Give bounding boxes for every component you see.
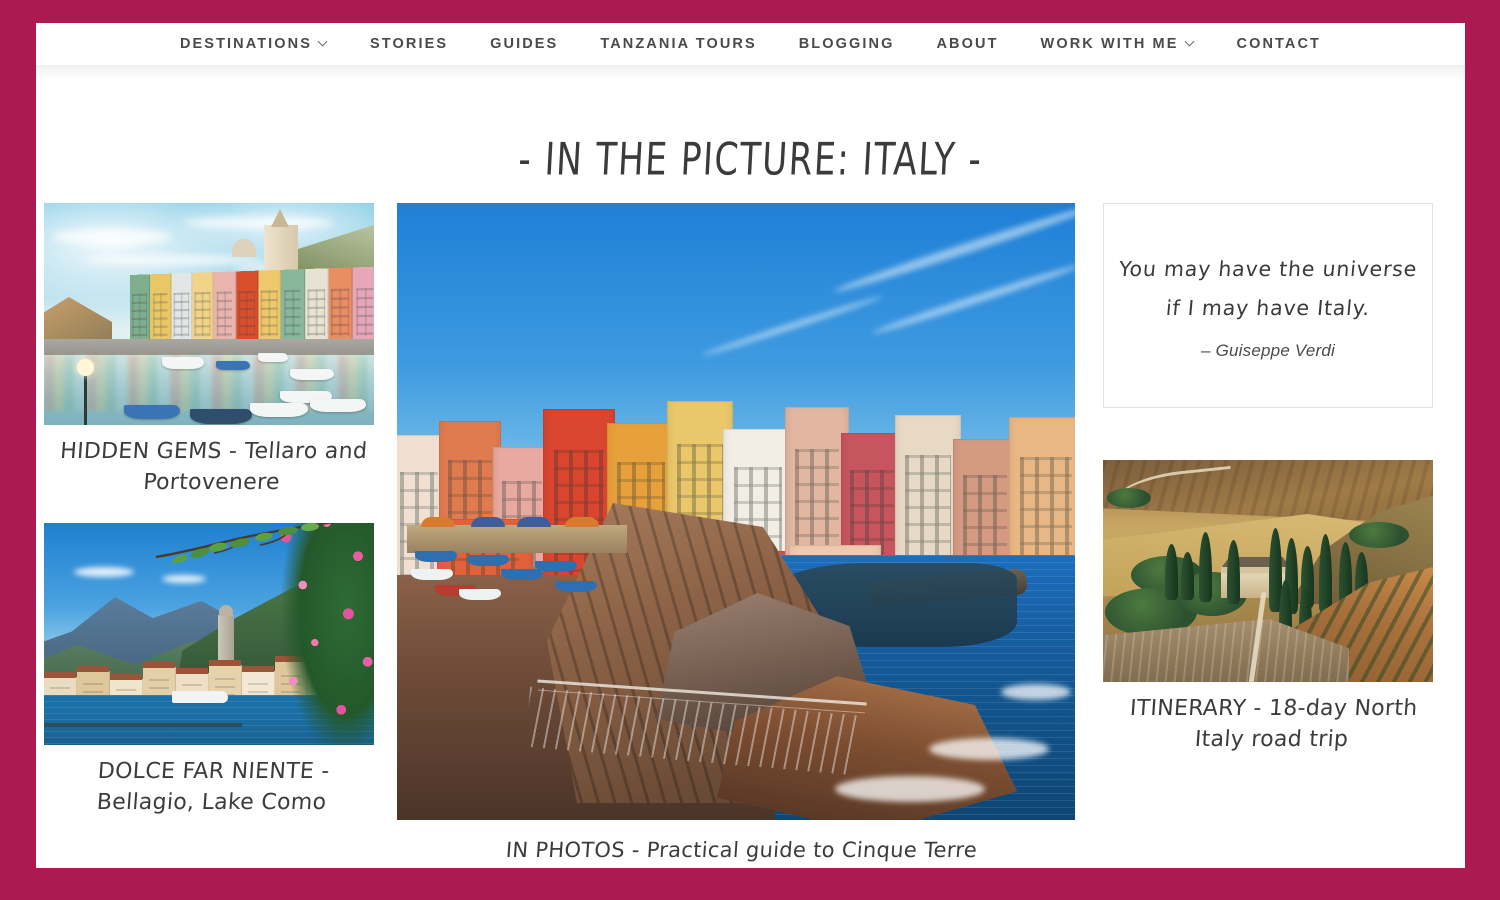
nav-item-work-with-me[interactable]: WORK WITH ME bbox=[1020, 37, 1216, 52]
card-caption[interactable]: DOLCE FAR NIENTE - Bellagio, Lake Como bbox=[41, 745, 384, 818]
awning bbox=[517, 517, 551, 527]
nav-item-guides[interactable]: GUIDES bbox=[469, 37, 579, 52]
boat bbox=[124, 405, 180, 419]
chevron-down-icon bbox=[1186, 38, 1195, 47]
quote-line-2: if I may have Italy. bbox=[1164, 295, 1372, 320]
nav-item-label: GUIDES bbox=[490, 35, 559, 52]
house bbox=[328, 267, 354, 347]
boat bbox=[190, 409, 252, 424]
sea-foam bbox=[1001, 684, 1071, 700]
boat bbox=[411, 569, 453, 580]
page-title: - IN THE PICTURE: ITALY - bbox=[36, 133, 1465, 185]
card-caption[interactable]: IN PHOTOS - Practical guide to Cinque Te… bbox=[395, 820, 1088, 866]
chevron-down-icon bbox=[319, 38, 328, 47]
nav-item-label: WORK WITH ME bbox=[1040, 35, 1179, 52]
photo-manarola-cinque-terre[interactable] bbox=[397, 203, 1075, 820]
boat bbox=[501, 569, 543, 580]
ferry-boat bbox=[172, 691, 228, 704]
awning bbox=[471, 517, 505, 527]
house bbox=[171, 272, 193, 347]
nav-item-label: BLOGGING bbox=[798, 35, 895, 52]
nav-item-contact[interactable]: CONTACT bbox=[1216, 37, 1343, 52]
card-caption[interactable]: ITINERARY - 18-day North Italy road trip bbox=[1100, 682, 1445, 755]
boat bbox=[459, 589, 501, 600]
nav-item-destinations[interactable]: DESTINATIONS bbox=[159, 37, 349, 52]
boat bbox=[555, 581, 597, 592]
quote-card: You may have the universe if I may have … bbox=[1103, 203, 1433, 408]
moored-boats bbox=[405, 545, 605, 601]
boat bbox=[310, 399, 366, 412]
card-caption[interactable]: HIDDEN GEMS - Tellaro and Portovenere bbox=[41, 425, 384, 498]
nav-item-label: STORIES bbox=[370, 35, 449, 52]
overhanging-branch bbox=[155, 523, 335, 564]
grid-column-center: IN PHOTOS - Practical guide to Cinque Te… bbox=[397, 203, 1087, 866]
church-dome bbox=[232, 239, 256, 257]
sea-foam bbox=[929, 738, 1049, 760]
page-title-text: - IN THE PICTURE: ITALY - bbox=[517, 133, 984, 185]
tree-cluster bbox=[1107, 488, 1151, 508]
house bbox=[213, 271, 236, 347]
boat bbox=[216, 361, 250, 370]
house bbox=[304, 268, 329, 347]
photo-tuscany[interactable] bbox=[1103, 460, 1433, 682]
house bbox=[235, 270, 259, 347]
house bbox=[353, 266, 374, 347]
nav-item-stories[interactable]: STORIES bbox=[349, 37, 469, 52]
tree-cluster bbox=[1349, 522, 1409, 548]
nav-item-blogging[interactable]: BLOGGING bbox=[778, 37, 916, 52]
nav-item-label: TANZANIA TOURS bbox=[600, 35, 757, 52]
quote-author: – Guiseppe Verdi bbox=[1201, 341, 1335, 361]
boat bbox=[250, 403, 308, 417]
awning bbox=[565, 517, 599, 527]
main-navigation: DESTINATIONS STORIES GUIDES TANZANIA TOU… bbox=[36, 23, 1465, 65]
nav-divider-shadow bbox=[36, 65, 1465, 81]
colourful-house-row bbox=[130, 266, 374, 347]
street-lamp bbox=[77, 359, 94, 425]
boat bbox=[290, 369, 334, 380]
boat bbox=[258, 353, 288, 362]
nav-item-label: ABOUT bbox=[936, 35, 999, 52]
boat bbox=[162, 357, 204, 369]
cloud bbox=[52, 229, 172, 245]
awning bbox=[421, 517, 455, 527]
page-frame: DESTINATIONS STORIES GUIDES TANZANIA TOU… bbox=[36, 23, 1465, 868]
boat bbox=[535, 561, 577, 572]
lakeside-railing bbox=[44, 723, 242, 728]
house bbox=[281, 269, 305, 347]
card-itinerary[interactable]: ITINERARY - 18-day North Italy road trip bbox=[1103, 460, 1443, 755]
nav-item-about[interactable]: ABOUT bbox=[915, 37, 1019, 52]
card-hidden-gems[interactable]: HIDDEN GEMS - Tellaro and Portovenere bbox=[44, 203, 382, 498]
card-dolce-far-niente[interactable]: DOLCE FAR NIENTE - Bellagio, Lake Como bbox=[44, 523, 382, 818]
house bbox=[258, 269, 282, 347]
sea-foam bbox=[835, 776, 985, 802]
nav-item-label: CONTACT bbox=[1236, 35, 1322, 52]
boat bbox=[415, 551, 457, 562]
house bbox=[192, 272, 214, 347]
grid-column-right: You may have the universe if I may have … bbox=[1103, 203, 1443, 866]
house bbox=[130, 274, 151, 347]
house bbox=[150, 273, 172, 347]
cloud bbox=[184, 217, 334, 229]
card-in-photos[interactable]: IN PHOTOS - Practical guide to Cinque Te… bbox=[397, 203, 1087, 866]
photo-portovenere[interactable] bbox=[44, 203, 374, 425]
nav-item-tanzania-tours[interactable]: TANZANIA TOURS bbox=[579, 37, 777, 52]
nav-item-label: DESTINATIONS bbox=[179, 35, 313, 52]
grid-column-left: HIDDEN GEMS - Tellaro and Portovenere DO… bbox=[44, 203, 382, 866]
feature-grid: HIDDEN GEMS - Tellaro and Portovenere DO… bbox=[36, 203, 1465, 866]
quote-line-1: You may have the universe bbox=[1117, 256, 1419, 281]
photo-bellagio-lake-como[interactable] bbox=[44, 523, 374, 746]
boat bbox=[467, 555, 509, 566]
